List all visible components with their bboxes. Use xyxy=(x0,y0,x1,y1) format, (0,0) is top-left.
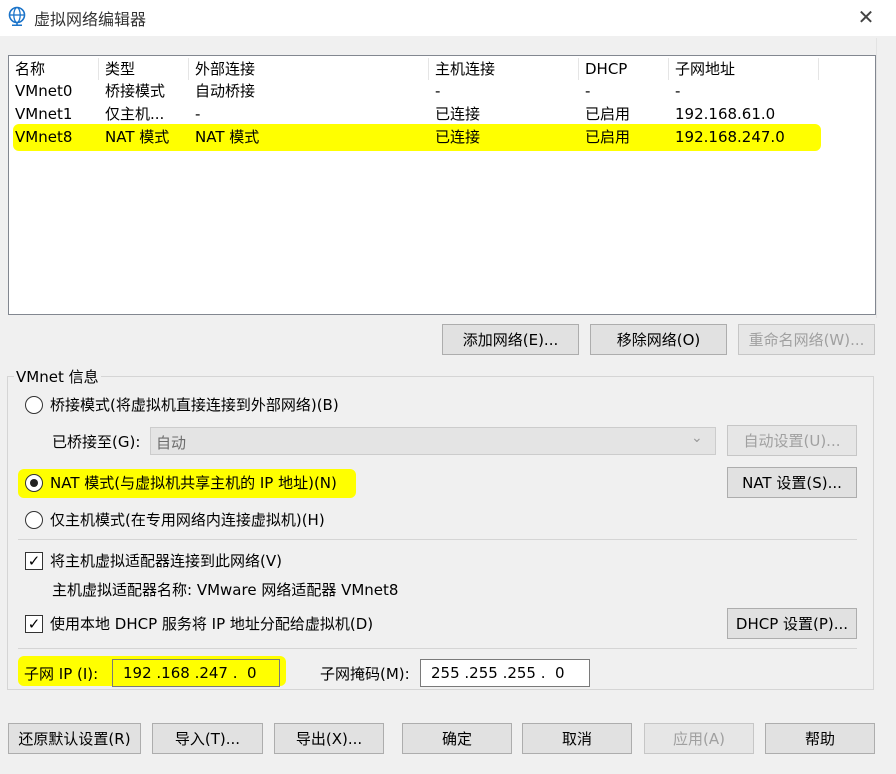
column-header-dhcp[interactable]: DHCP xyxy=(579,58,669,80)
window-title: 虚拟网络编辑器 xyxy=(34,10,147,29)
bridged-mode-label: 桥接模式(将虚拟机直接连接到外部网络)(B) xyxy=(50,396,339,414)
cell-subnet: - xyxy=(675,82,681,100)
cell-name: VMnet1 xyxy=(15,105,73,123)
bridged-to-select[interactable]: 自动 ⌄ xyxy=(150,427,716,455)
table-row[interactable]: VMnet1 仅主机... - 已连接 已启用 192.168.61.0 xyxy=(9,103,829,126)
cell-host: 已连接 xyxy=(435,128,481,146)
close-icon: ✕ xyxy=(857,5,875,29)
nat-mode-radio[interactable] xyxy=(25,474,43,492)
dhcp-settings-button[interactable]: DHCP 设置(P)... xyxy=(727,608,857,639)
host-only-radio[interactable] xyxy=(25,511,43,529)
connect-adapter-label: 将主机虚拟适配器连接到此网络(V) xyxy=(50,552,282,570)
cell-name: VMnet8 xyxy=(15,128,73,146)
close-button[interactable]: ✕ xyxy=(846,0,886,34)
vmnet-info-title: VMnet 信息 xyxy=(14,366,101,387)
cell-type: 桥接模式 xyxy=(105,82,166,100)
import-button[interactable]: 导入(T)... xyxy=(152,723,263,754)
remove-network-button[interactable]: 移除网络(O) xyxy=(590,324,727,355)
dhcp-checkbox[interactable]: ✓ xyxy=(25,615,43,633)
restore-defaults-button[interactable]: 还原默认设置(R) xyxy=(8,723,141,754)
cell-dhcp: 已启用 xyxy=(585,128,631,146)
ok-button[interactable]: 确定 xyxy=(402,723,512,754)
cell-external: NAT 模式 xyxy=(195,128,260,146)
subnet-mask-label: 子网掩码(M): xyxy=(320,665,410,683)
divider xyxy=(18,648,857,649)
cell-host: 已连接 xyxy=(435,105,481,123)
cell-name: VMnet0 xyxy=(15,82,73,100)
export-button[interactable]: 导出(X)... xyxy=(274,723,384,754)
window-scrollbar[interactable] xyxy=(876,38,896,318)
chevron-down-icon: ⌄ xyxy=(691,430,703,446)
check-icon: ✓ xyxy=(27,614,41,633)
bridged-to-value: 自动 xyxy=(156,434,187,452)
apply-button[interactable]: 应用(A) xyxy=(644,723,754,754)
cell-type: NAT 模式 xyxy=(105,128,170,146)
column-header-name[interactable]: 名称 xyxy=(9,58,99,80)
globe-network-icon xyxy=(7,6,27,27)
cell-subnet: 192.168.61.0 xyxy=(675,105,776,123)
table-row-selected[interactable]: VMnet8 NAT 模式 NAT 模式 已连接 已启用 192.168.247… xyxy=(9,126,829,149)
cell-external: - xyxy=(195,105,201,123)
column-header-subnet[interactable]: 子网地址 xyxy=(669,58,819,80)
vmnet-info-group xyxy=(7,376,874,690)
cell-dhcp: 已启用 xyxy=(585,105,631,123)
adapter-name-text: 主机虚拟适配器名称: VMware 网络适配器 VMnet8 xyxy=(52,581,399,599)
column-header-host[interactable]: 主机连接 xyxy=(429,58,579,80)
cell-external: 自动桥接 xyxy=(195,82,256,100)
cell-type: 仅主机... xyxy=(105,105,165,123)
column-header-external[interactable]: 外部连接 xyxy=(189,58,429,80)
bridged-to-label: 已桥接至(G): xyxy=(52,433,141,451)
cell-subnet: 192.168.247.0 xyxy=(675,128,785,146)
column-header-type[interactable]: 类型 xyxy=(99,58,189,80)
check-icon: ✓ xyxy=(27,551,41,570)
connect-adapter-checkbox[interactable]: ✓ xyxy=(25,552,43,570)
cancel-button[interactable]: 取消 xyxy=(522,723,632,754)
rename-network-button[interactable]: 重命名网络(W)... xyxy=(738,324,875,355)
table-row[interactable]: VMnet0 桥接模式 自动桥接 - - - xyxy=(9,80,829,103)
nat-mode-label: NAT 模式(与虚拟机共享主机的 IP 地址)(N) xyxy=(50,474,337,492)
add-network-button[interactable]: 添加网络(E)... xyxy=(442,324,579,355)
divider xyxy=(18,539,857,540)
auto-settings-button[interactable]: 自动设置(U)... xyxy=(727,425,857,456)
subnet-ip-label: 子网 IP (I): xyxy=(24,665,99,683)
subnet-mask-input[interactable]: 255 .255 .255 . 0 xyxy=(420,659,590,687)
dhcp-label: 使用本地 DHCP 服务将 IP 地址分配给虚拟机(D) xyxy=(50,615,374,633)
host-only-label: 仅主机模式(在专用网络内连接虚拟机)(H) xyxy=(50,511,325,529)
cell-host: - xyxy=(435,82,441,100)
cell-dhcp: - xyxy=(585,82,591,100)
subnet-ip-input[interactable]: 192 .168 .247 . 0 xyxy=(112,659,280,687)
bridged-mode-radio[interactable] xyxy=(25,396,43,414)
network-list[interactable]: 名称 类型 外部连接 主机连接 DHCP 子网地址 VMnet0 桥接模式 自动… xyxy=(8,55,876,315)
nat-settings-button[interactable]: NAT 设置(S)... xyxy=(727,467,857,498)
help-button[interactable]: 帮助 xyxy=(765,723,875,754)
